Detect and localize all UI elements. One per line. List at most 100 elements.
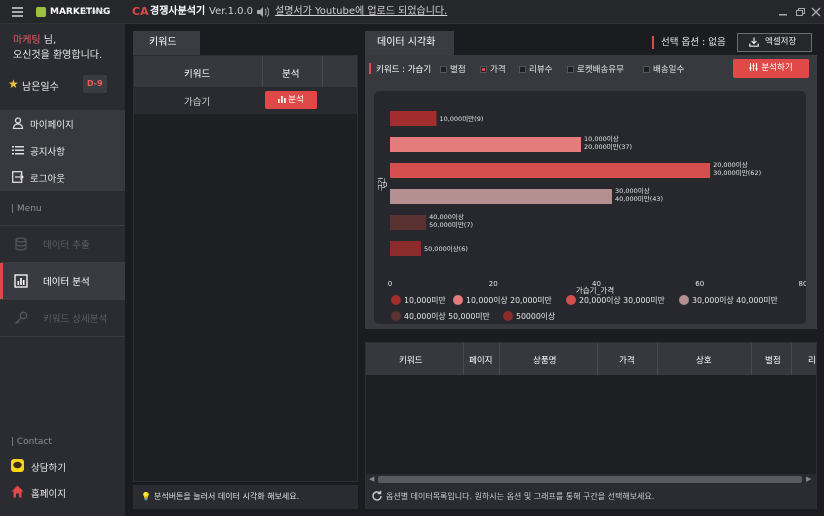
x-tick-label: 80 bbox=[799, 280, 806, 288]
divider bbox=[262, 56, 263, 87]
list-icon bbox=[12, 146, 24, 155]
col-rating: 별점 bbox=[765, 356, 781, 366]
table-row[interactable]: 가습기 분석 bbox=[134, 87, 357, 114]
days-left-label: 남은일수 bbox=[22, 82, 59, 93]
legend-label: 40,000이상 50,000미만 bbox=[404, 311, 490, 321]
chart-bar bbox=[390, 137, 582, 152]
legend-marker bbox=[679, 295, 689, 305]
checkbox[interactable] bbox=[567, 66, 574, 73]
user-name: 마케팅 bbox=[13, 35, 41, 46]
nav-notice[interactable]: 공지사항 bbox=[0, 137, 125, 164]
welcome-text: 오신것을 환영합니다. bbox=[13, 50, 103, 61]
bar-label: 20,000이상 bbox=[713, 160, 748, 169]
logout-icon bbox=[12, 171, 24, 183]
nav-data-extract[interactable]: 데이터 추출 bbox=[0, 226, 125, 262]
option-rating[interactable]: 별점 bbox=[440, 63, 466, 75]
brand-sub: STORE bbox=[83, 8, 105, 16]
col-product-name: 상품명 bbox=[533, 356, 557, 366]
option-rocket-delivery[interactable]: 로켓배송유무 bbox=[567, 63, 624, 75]
minimize-icon[interactable] bbox=[777, 6, 789, 18]
option-price[interactable]: 가격 bbox=[480, 63, 506, 75]
nav-data-analysis-label: 데이터 분석 bbox=[43, 277, 90, 288]
col-price: 가격 bbox=[619, 356, 635, 366]
notice-link[interactable]: 설명서가 Youtube에 업로드 되었습니다. bbox=[275, 0, 447, 24]
visualization-panel: 키워드 : 가습기 별점 가격 리뷰수 로켓배송유무 배송일수 분석하기 10,… bbox=[365, 55, 817, 329]
nav-keyword-detail-label: 키워드 상세분석 bbox=[43, 314, 108, 325]
store-logo-icon bbox=[36, 7, 46, 17]
lightbulb-icon: 💡 bbox=[141, 492, 151, 501]
nav-keyword-detail[interactable]: 키워드 상세분석 bbox=[0, 300, 125, 336]
menu-icon[interactable] bbox=[12, 0, 24, 24]
divider bbox=[463, 343, 464, 375]
legend-marker bbox=[566, 295, 576, 305]
legend-label: 20,000이상 30,000미만 bbox=[579, 295, 665, 305]
tab-data-visualization[interactable]: 데이터 시각화 bbox=[365, 31, 454, 55]
keyword-label: 키워드 : 가습기 bbox=[376, 65, 432, 75]
checkbox[interactable] bbox=[480, 66, 487, 73]
nav-consult[interactable]: 상담하기 bbox=[0, 455, 125, 477]
bar-label: 30,000이상 bbox=[615, 186, 650, 195]
option-reviews[interactable]: 리뷰수 bbox=[519, 63, 552, 75]
legend-marker bbox=[453, 295, 463, 305]
legend-label: 10,000미만 bbox=[404, 296, 446, 305]
analyze-button-label: 분석하기 bbox=[761, 63, 793, 73]
bar-label: 30,000미만(62) bbox=[713, 168, 761, 177]
nav-data-extract-label: 데이터 추출 bbox=[43, 240, 90, 251]
analyze-button[interactable]: 분석하기 bbox=[733, 59, 809, 78]
database-icon bbox=[15, 237, 27, 251]
status-bar: 옵션별 데이터목록입니다. 원하시는 옵션 및 그래프를 통해 구간을 선택해보… bbox=[366, 485, 816, 508]
col-analysis: 분석 bbox=[282, 69, 300, 80]
nav-logout-label: 로그아웃 bbox=[30, 174, 65, 185]
refresh-icon[interactable] bbox=[371, 490, 383, 502]
checkbox[interactable] bbox=[519, 66, 526, 73]
tab-keyword[interactable]: 키워드 bbox=[133, 31, 200, 55]
bar-label: 50,000미만(7) bbox=[429, 220, 473, 229]
analyze-row-button[interactable]: 분석 bbox=[265, 91, 317, 109]
legend-marker bbox=[503, 311, 513, 321]
nav-homepage[interactable]: 홈페이지 bbox=[0, 481, 125, 503]
restore-icon[interactable] bbox=[794, 6, 806, 18]
bar-label: 20,000미만(37) bbox=[584, 142, 632, 151]
horizontal-scrollbar[interactable]: ◀ ▶ bbox=[366, 474, 816, 485]
checkbox[interactable] bbox=[643, 66, 650, 73]
sliders-icon bbox=[749, 63, 758, 71]
sidebar: 마케팅 님, 오신것을 환영합니다. ★ 남은일수 D-9 마이페이지 공지사항… bbox=[0, 24, 125, 516]
legend-marker bbox=[391, 311, 401, 321]
chart-bar bbox=[390, 111, 437, 126]
nav-logout[interactable]: 로그아웃 bbox=[0, 164, 125, 191]
scroll-left-icon[interactable]: ◀ bbox=[369, 475, 374, 483]
key-icon bbox=[15, 311, 28, 324]
nav-notice-label: 공지사항 bbox=[30, 147, 65, 158]
scroll-right-icon[interactable]: ▶ bbox=[806, 475, 811, 483]
x-tick-label: 20 bbox=[489, 280, 498, 288]
checkbox[interactable] bbox=[440, 66, 447, 73]
legend-label: 10,000이상 20,000미만 bbox=[466, 295, 552, 305]
bar-label: 40,000이상 bbox=[429, 212, 464, 221]
x-tick-label: 60 bbox=[695, 280, 704, 288]
bar-chart: 10,000미만(9) 10,000이상 20,000미만(37) 20,000이상 3… bbox=[374, 91, 806, 324]
option-label: 로켓배송유무 bbox=[577, 65, 624, 75]
legend-label: 50000이상 bbox=[516, 311, 555, 321]
options-bar: 키워드 : 가습기 별점 가격 리뷰수 로켓배송유무 배송일수 분석하기 bbox=[365, 55, 817, 82]
divider bbox=[597, 343, 598, 375]
nav-mypage-label: 마이페이지 bbox=[30, 120, 74, 131]
active-indicator bbox=[0, 263, 3, 299]
excel-save-button[interactable]: 엑셀저장 bbox=[737, 33, 812, 52]
option-delivery-days[interactable]: 배송일수 bbox=[643, 63, 684, 75]
nav-data-analysis[interactable]: 데이터 분석 bbox=[0, 263, 125, 299]
col-keyword: 키워드 bbox=[184, 69, 211, 80]
excel-save-label: 엑셀저장 bbox=[765, 37, 797, 47]
scrollbar-thumb[interactable] bbox=[378, 476, 802, 483]
home-icon bbox=[11, 485, 24, 498]
selected-option-label: 선택 옵션 : 없음 bbox=[652, 36, 726, 49]
x-axis-label: 가습기_가격 bbox=[576, 285, 614, 295]
speaker-icon bbox=[257, 7, 269, 17]
user-honorific: 님, bbox=[40, 35, 57, 46]
close-icon[interactable] bbox=[810, 6, 822, 18]
col-keyword: 키워드 bbox=[399, 356, 423, 366]
nav-mypage[interactable]: 마이페이지 bbox=[0, 110, 125, 137]
divider bbox=[791, 343, 792, 375]
bar-chart-icon bbox=[14, 274, 28, 288]
menu-section-label: | Menu bbox=[11, 204, 42, 214]
divider bbox=[751, 343, 752, 375]
